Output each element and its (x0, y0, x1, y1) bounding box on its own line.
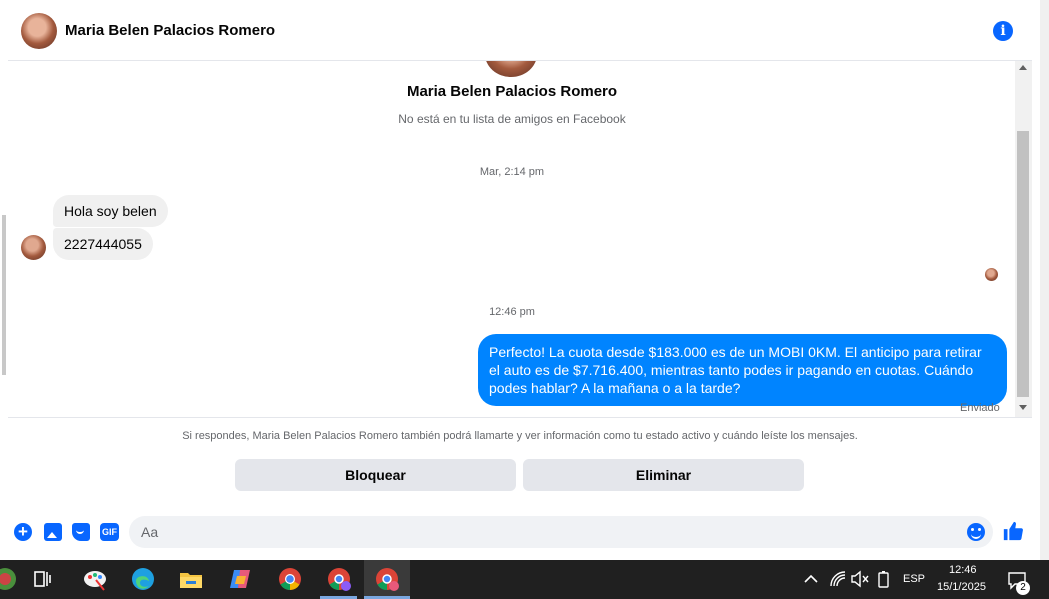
message-timestamp: Mar, 2:14 pm (479, 166, 545, 178)
message-input[interactable] (129, 516, 993, 548)
network-icon[interactable] (827, 568, 849, 590)
chat-window: Maria Belen Palacios Romero i Maria Bele… (8, 0, 1032, 560)
profile-name: Maria Belen Palacios Romero (406, 83, 618, 100)
outgoing-message[interactable]: Perfecto! La cuota desde $183.000 es de … (478, 334, 1007, 406)
info-icon[interactable]: i (993, 21, 1013, 41)
stranger-notice: Si respondes, Maria Belen Palacios Romer… (182, 430, 858, 442)
battery-icon[interactable] (873, 568, 895, 590)
edge-icon[interactable] (130, 566, 156, 592)
message-composer: + GIF (8, 515, 1032, 560)
profile-subtitle: No está en tu lista de amigos en Faceboo… (398, 112, 626, 126)
left-scrollbar[interactable] (2, 215, 6, 375)
thumbs-up-icon[interactable] (1002, 520, 1024, 542)
scroll-down-icon[interactable] (1019, 405, 1027, 410)
scrollbar-thumb[interactable] (1017, 131, 1029, 397)
copilot-icon[interactable] (0, 566, 18, 592)
copilot-app-icon[interactable] (228, 566, 254, 592)
photo-icon[interactable] (44, 523, 62, 541)
chrome-profile-active-icon[interactable] (374, 566, 400, 592)
incoming-message[interactable]: Hola soy belen (53, 195, 168, 227)
message-status: Enviado (960, 402, 1000, 414)
chevron-up-icon[interactable] (800, 568, 822, 590)
stranger-notice-panel: Si respondes, Maria Belen Palacios Romer… (8, 417, 1032, 515)
chat-header: Maria Belen Palacios Romero i (8, 0, 1032, 61)
messages-scrollbar[interactable] (1015, 61, 1032, 417)
message-list: Maria Belen Palacios Romero No está en t… (8, 61, 1016, 417)
volume-muted-icon[interactable] (849, 568, 871, 590)
clock-date[interactable]: 15/1/2025 (937, 581, 986, 593)
seen-avatar (985, 268, 998, 281)
contact-name[interactable]: Maria Belen Palacios Romero (65, 22, 275, 39)
emoji-icon[interactable] (967, 523, 985, 541)
incoming-message[interactable]: 2227444055 (53, 228, 153, 260)
block-button[interactable]: Bloquear (235, 459, 516, 491)
profile-avatar (485, 61, 537, 77)
contact-avatar[interactable] (21, 13, 57, 49)
task-view-icon[interactable] (30, 566, 56, 592)
plus-icon[interactable]: + (14, 523, 32, 541)
scroll-up-icon[interactable] (1019, 65, 1027, 70)
language-indicator[interactable]: ESP (903, 573, 925, 585)
sticker-icon[interactable] (72, 523, 90, 541)
chrome-profile-icon[interactable] (326, 566, 352, 592)
chrome-icon[interactable] (277, 566, 303, 592)
notification-badge: 2 (1016, 581, 1030, 595)
file-explorer-icon[interactable] (178, 566, 204, 592)
gif-icon[interactable]: GIF (100, 523, 119, 541)
delete-button[interactable]: Eliminar (523, 459, 804, 491)
left-window-edge (0, 0, 8, 560)
clock-time[interactable]: 12:46 (949, 564, 977, 576)
paint-icon[interactable] (82, 566, 108, 592)
message-timestamp: 12:46 pm (489, 306, 535, 318)
sender-avatar (21, 235, 46, 260)
page-scrollbar[interactable] (1040, 0, 1049, 560)
right-window-edge (1032, 0, 1049, 560)
taskbar: ESP 12:46 15/1/2025 2 (0, 560, 1049, 599)
